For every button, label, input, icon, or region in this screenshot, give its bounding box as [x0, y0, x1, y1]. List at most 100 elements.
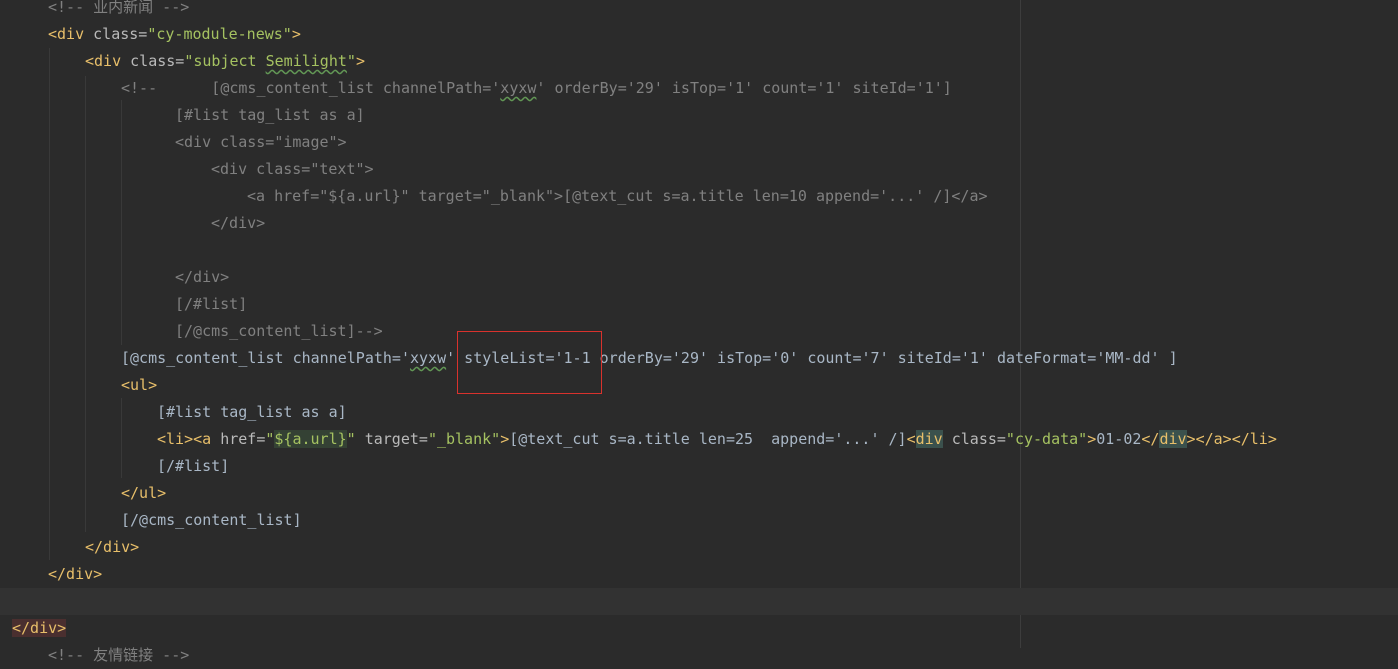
- code-token: </ul>: [121, 484, 167, 502]
- code-token: [#list tag_list as a]: [175, 106, 365, 124]
- code-token: <a: [193, 430, 212, 448]
- code-token: <div: [48, 25, 85, 43]
- code-token: </div>: [48, 565, 103, 583]
- code-line-content: </div>: [48, 561, 102, 588]
- annotation-highlight-box: [457, 331, 602, 394]
- code-token: </li>: [1231, 430, 1277, 448]
- code-line[interactable]: <div class="image">: [0, 129, 1398, 156]
- code-line-content: <div class="subject Semilight">: [85, 48, 365, 75]
- code-token: [@text_cut s=a.title len=25 append='...'…: [509, 430, 907, 448]
- code-token: >: [1186, 430, 1196, 448]
- code-line-content: <ul>: [121, 372, 157, 399]
- code-token: </div>: [175, 268, 230, 286]
- code-token: target=: [355, 430, 428, 448]
- code-token: "cy-module-news": [147, 25, 292, 43]
- code-token: <div: [85, 52, 122, 70]
- code-editor[interactable]: <!-- 业内新闻 --> <div class="cy-module-news"…: [0, 0, 1398, 664]
- code-line[interactable]: [0, 588, 1398, 615]
- code-line[interactable]: <div class="cy-module-news">: [0, 21, 1398, 48]
- code-line-content: <div class="text">: [211, 156, 374, 183]
- code-line-content: <!-- [@cms_content_list channelPath='xyx…: [121, 75, 952, 102]
- code-token: class=: [84, 25, 148, 43]
- code-line-content: <!-- 友情链接 -->: [48, 642, 189, 669]
- code-line[interactable]: [/#list]: [0, 453, 1398, 480]
- code-line-content: </div>: [175, 264, 229, 291]
- code-token: <div class="image">: [175, 133, 347, 151]
- code-token: <div class="text">: [211, 160, 374, 178]
- code-line[interactable]: [@cms_content_list channelPath='xyxw' st…: [0, 345, 1398, 372]
- code-line-content: <div class="cy-module-news">: [48, 21, 301, 48]
- code-line[interactable]: </div>: [0, 264, 1398, 291]
- code-line-content: [/@cms_content_list]: [121, 507, 302, 534]
- code-token: ${a.url}: [274, 430, 347, 448]
- code-token: [/#list]: [175, 295, 248, 313]
- code-token: [@cms_content_list channelPath=': [121, 349, 410, 367]
- code-line[interactable]: <!-- 业内新闻 -->: [0, 0, 1398, 21]
- code-line-content: [#list tag_list as a]: [157, 399, 347, 426]
- code-line[interactable]: [0, 237, 1398, 264]
- code-line[interactable]: </div>: [0, 534, 1398, 561]
- code-line[interactable]: </div>: [0, 210, 1398, 237]
- code-token: "_blank": [427, 430, 501, 448]
- code-line[interactable]: <!-- 友情链接 -->: [0, 642, 1398, 669]
- code-line[interactable]: [#list tag_list as a]: [0, 399, 1398, 426]
- code-token: class=: [121, 52, 185, 70]
- code-line[interactable]: [#list tag_list as a]: [0, 102, 1398, 129]
- code-line[interactable]: <div class="subject Semilight">: [0, 48, 1398, 75]
- code-token: <!-- 业内新闻 -->: [48, 0, 190, 16]
- code-line[interactable]: </div>: [0, 615, 1398, 642]
- code-line[interactable]: <ul>: [0, 372, 1398, 399]
- code-line[interactable]: [/#list]: [0, 291, 1398, 318]
- code-token: [/#list]: [157, 457, 230, 475]
- code-token: </div>: [211, 214, 266, 232]
- code-line[interactable]: [/@cms_content_list]-->: [0, 318, 1398, 345]
- code-line[interactable]: </div>: [0, 561, 1398, 588]
- code-token: ": [346, 52, 356, 70]
- code-line-content: [/#list]: [175, 291, 247, 318]
- code-token: 01-02: [1096, 430, 1142, 448]
- code-token: [#list tag_list as a]: [157, 403, 347, 421]
- code-token: </a>: [1195, 430, 1232, 448]
- code-token: xyxw: [500, 79, 537, 97]
- code-line-content: </div>: [211, 210, 265, 237]
- code-line[interactable]: <div class="text">: [0, 156, 1398, 183]
- code-line[interactable]: <li><a href="${a.url}" target="_blank">[…: [0, 426, 1398, 453]
- code-token: xyxw: [409, 349, 447, 367]
- code-token: >: [500, 430, 510, 448]
- code-token: </div>: [85, 538, 140, 556]
- code-line[interactable]: <a href="${a.url}" target="_blank">[@tex…: [0, 183, 1398, 210]
- code-line-content: </ul>: [121, 480, 166, 507]
- code-token: div: [915, 430, 943, 448]
- code-token: class=: [942, 430, 1006, 448]
- code-line-content: <div class="image">: [175, 129, 347, 156]
- code-line-content: </div>: [85, 534, 139, 561]
- code-line-content: [/@cms_content_list]-->: [175, 318, 383, 345]
- code-token: ": [346, 430, 356, 448]
- code-token: <!-- 友情链接 -->: [48, 646, 190, 664]
- code-token: <!-- [@cms_content_list channelPath=': [121, 79, 501, 97]
- code-line-content: </div>: [12, 615, 67, 642]
- code-token: >: [1087, 430, 1097, 448]
- code-token: <li>: [157, 430, 194, 448]
- code-token: </div>: [12, 619, 67, 637]
- code-token: [/@cms_content_list]: [121, 511, 302, 529]
- code-token: Semilight: [265, 52, 347, 70]
- code-token: <a href="${a.url}" target="_blank">[@tex…: [247, 187, 988, 205]
- code-token: [/@cms_content_list]-->: [175, 322, 383, 340]
- code-line-content: <li><a href="${a.url}" target="_blank">[…: [157, 426, 1277, 453]
- code-token: >: [355, 52, 365, 70]
- code-token: >: [291, 25, 301, 43]
- code-token: href=: [211, 430, 266, 448]
- code-line[interactable]: <!-- [@cms_content_list channelPath='xyx…: [0, 75, 1398, 102]
- code-line[interactable]: [/@cms_content_list]: [0, 507, 1398, 534]
- code-line-content: <!-- 业内新闻 -->: [48, 0, 189, 21]
- code-token: </: [1141, 430, 1160, 448]
- code-line-content: [/#list]: [157, 453, 229, 480]
- code-line-content: [@cms_content_list channelPath='xyxw' st…: [121, 345, 1178, 372]
- code-token: ' orderBy='29' isTop='1' count='1' siteI…: [536, 79, 952, 97]
- code-token: div: [1159, 430, 1187, 448]
- code-line-content: [#list tag_list as a]: [175, 102, 365, 129]
- code-token: <ul>: [121, 376, 158, 394]
- code-token: "subject: [184, 52, 266, 70]
- code-line[interactable]: </ul>: [0, 480, 1398, 507]
